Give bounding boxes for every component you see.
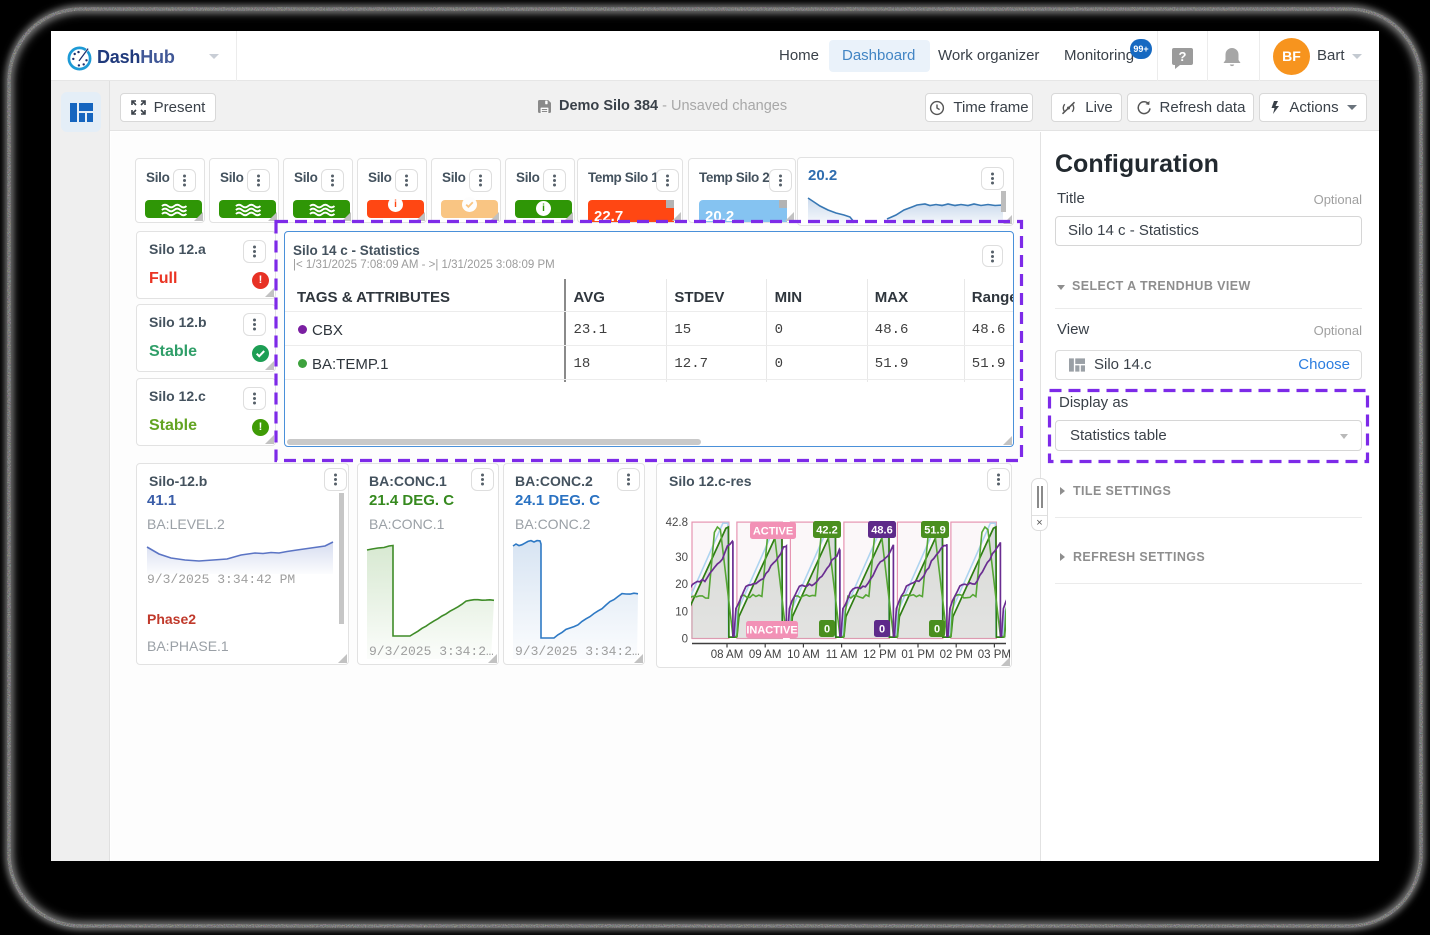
svg-text:0: 0 (682, 634, 688, 646)
svg-text:0: 0 (934, 624, 940, 636)
svg-text:42.2: 42.2 (816, 525, 837, 537)
svg-text:12 PM: 12 PM (863, 649, 896, 661)
svg-text:0: 0 (879, 624, 885, 636)
svg-text:30: 30 (675, 552, 688, 564)
svg-text:ACTIVE: ACTIVE (753, 526, 793, 538)
svg-text:?: ? (1179, 49, 1187, 64)
svg-text:09 AM: 09 AM (749, 649, 782, 661)
svg-text:01 PM: 01 PM (901, 649, 934, 661)
svg-text:10 AM: 10 AM (787, 649, 820, 661)
svg-text:0: 0 (824, 624, 830, 636)
svg-text:02 PM: 02 PM (940, 649, 973, 661)
svg-text:10: 10 (675, 606, 688, 618)
svg-text:51.9: 51.9 (924, 525, 945, 537)
svg-text:11 AM: 11 AM (826, 649, 858, 661)
svg-text:08 AM: 08 AM (711, 649, 744, 661)
svg-text:20: 20 (675, 579, 688, 591)
svg-text:42.8: 42.8 (666, 517, 688, 529)
svg-text:48.6: 48.6 (871, 525, 892, 537)
svg-text:INACTIVE: INACTIVE (746, 625, 797, 637)
